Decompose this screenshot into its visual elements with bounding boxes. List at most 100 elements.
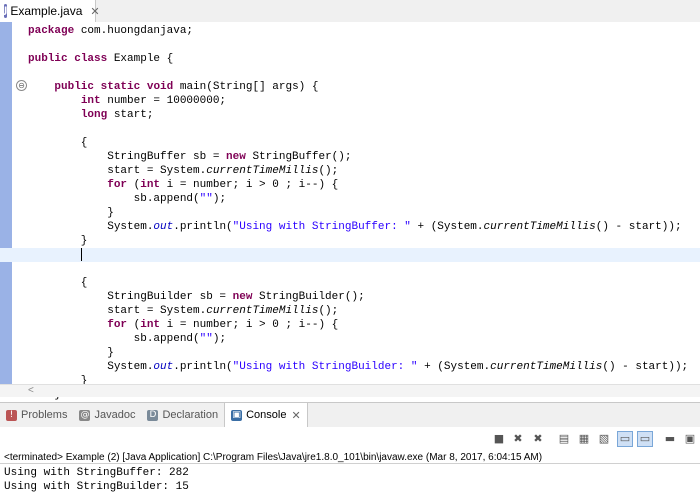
code-line[interactable]: sb.append(""); bbox=[28, 192, 700, 206]
close-icon[interactable]: ✕ bbox=[291, 409, 300, 422]
code-token: currentTimeMillis bbox=[490, 361, 603, 373]
code-token: } bbox=[28, 207, 114, 219]
code-line[interactable] bbox=[28, 122, 700, 136]
code-token: class bbox=[74, 53, 114, 65]
code-line[interactable]: for (int i = number; i > 0 ; i--) { bbox=[28, 318, 700, 332]
code-token: () - start)); bbox=[602, 361, 689, 373]
code-line[interactable]: } bbox=[28, 234, 700, 248]
tab-label: Console bbox=[246, 409, 287, 421]
code-token: out bbox=[153, 361, 174, 373]
display-selected-console-icon[interactable]: ▣ bbox=[683, 432, 697, 446]
code-line[interactable]: for (int i = number; i > 0 ; i--) { bbox=[28, 178, 700, 192]
remove-launch-icon[interactable]: ✖ bbox=[511, 432, 525, 446]
tab-label: Javadoc bbox=[94, 409, 136, 421]
remove-all-terminated-icon[interactable]: ✖ bbox=[531, 432, 545, 446]
code-token: int bbox=[140, 179, 167, 191]
console-divider bbox=[0, 463, 700, 464]
code-token: + (System. bbox=[410, 221, 484, 233]
code-token: sb.append( bbox=[28, 333, 200, 345]
code-token: int bbox=[80, 95, 108, 107]
code-line[interactable]: long start; bbox=[28, 108, 700, 122]
tab-javadoc[interactable]: @ Javadoc bbox=[73, 403, 141, 427]
terminate-icon[interactable]: ■ bbox=[492, 432, 506, 446]
code-token: public bbox=[28, 53, 75, 65]
show-console-stdout-icon[interactable]: ▭ bbox=[617, 431, 633, 447]
code-line[interactable] bbox=[28, 66, 700, 80]
code-line[interactable]: start = System.currentTimeMillis(); bbox=[28, 164, 700, 178]
code-line[interactable]: start = System.currentTimeMillis(); bbox=[28, 304, 700, 318]
scroll-lock-icon[interactable]: ▦ bbox=[577, 432, 591, 446]
code-line[interactable]: { bbox=[28, 276, 700, 290]
code-token: int bbox=[140, 319, 167, 331]
code-line[interactable]: package com.huongdanjava; bbox=[28, 24, 700, 38]
code-token: Example { bbox=[113, 53, 174, 65]
editor-tab-label: Example.java bbox=[10, 4, 83, 18]
code-line[interactable] bbox=[28, 262, 700, 276]
code-token: { bbox=[28, 137, 88, 149]
javadoc-icon: @ bbox=[79, 409, 91, 421]
code-token: StringBuffer sb = bbox=[28, 151, 227, 163]
code-token: "Using with StringBuffer: " bbox=[232, 221, 411, 233]
code-line[interactable]: System.out.println("Using with StringBuf… bbox=[28, 220, 700, 234]
tab-label: Declaration bbox=[162, 409, 219, 421]
code-line[interactable]: { bbox=[28, 136, 700, 150]
tab-declaration[interactable]: D Declaration bbox=[141, 403, 224, 427]
code-token: start = System. bbox=[28, 165, 207, 177]
code-token: StringBuilder sb = bbox=[28, 291, 233, 303]
word-wrap-icon[interactable]: ▧ bbox=[597, 432, 611, 446]
bottom-panel-tabs: ! Problems @ Javadoc D Declaration ▣ Console ✕ bbox=[0, 402, 700, 428]
code-line[interactable]: public static void main(String[] args) { bbox=[28, 80, 700, 94]
code-editor[interactable]: ⊖ package com.huongdanjava; public class … bbox=[0, 22, 700, 401]
code-token: i = number; i > 0 ; i--) { bbox=[166, 179, 339, 191]
code-token: ); bbox=[212, 333, 227, 345]
code-token: "Using with StringBuilder: " bbox=[232, 361, 418, 373]
clear-console-icon[interactable]: ▤ bbox=[557, 432, 571, 446]
close-icon[interactable]: ✕ bbox=[90, 5, 99, 18]
fold-collapse-icon[interactable]: ⊖ bbox=[16, 80, 27, 91]
horizontal-scrollbar[interactable]: < bbox=[0, 384, 700, 397]
code-token: for bbox=[107, 179, 134, 191]
code-token: public bbox=[54, 81, 101, 93]
tab-console[interactable]: ▣ Console ✕ bbox=[224, 403, 308, 427]
code-token: System. bbox=[28, 221, 154, 233]
editor-tab-example-java[interactable]: J Example.java ✕ bbox=[0, 0, 100, 22]
code-line[interactable]: int number = 10000000; bbox=[28, 94, 700, 108]
code-line[interactable]: } bbox=[28, 206, 700, 220]
pin-console-icon[interactable]: ▬ bbox=[663, 432, 677, 446]
code-text[interactable]: package com.huongdanjava; public class Ex… bbox=[0, 24, 700, 402]
scroll-left-arrow-icon[interactable]: < bbox=[28, 385, 34, 396]
console-status-line: <terminated> Example (2) [Java Applicati… bbox=[4, 452, 543, 463]
tab-problems[interactable]: ! Problems bbox=[0, 403, 73, 427]
code-token: + (System. bbox=[417, 361, 491, 373]
code-token: "" bbox=[199, 193, 213, 205]
code-token: ); bbox=[212, 193, 227, 205]
code-token: } bbox=[28, 347, 114, 359]
code-line[interactable]: System.out.println("Using with StringBui… bbox=[28, 360, 700, 374]
code-token: .println( bbox=[173, 361, 233, 373]
code-token: long bbox=[80, 109, 114, 121]
code-line[interactable]: public class Example { bbox=[28, 52, 700, 66]
code-line[interactable] bbox=[28, 38, 700, 52]
console-output[interactable]: Using with StringBuffer: 282 Using with S… bbox=[4, 466, 189, 494]
code-token: StringBuffer(); bbox=[252, 151, 352, 163]
code-token: StringBuilder(); bbox=[259, 291, 365, 303]
code-token: out bbox=[153, 221, 174, 233]
code-token: main(String[] args) { bbox=[179, 81, 319, 93]
tab-label: Problems bbox=[21, 409, 68, 421]
code-token: sb.append( bbox=[28, 193, 200, 205]
code-line[interactable] bbox=[0, 248, 700, 262]
console-output-line: Using with StringBuilder: 15 bbox=[4, 481, 189, 493]
code-token: start = System. bbox=[28, 305, 207, 317]
code-line[interactable]: StringBuffer sb = new StringBuffer(); bbox=[28, 150, 700, 164]
code-token: void bbox=[146, 81, 180, 93]
code-line[interactable]: } bbox=[28, 346, 700, 360]
code-token: for bbox=[107, 319, 134, 331]
code-line[interactable]: StringBuilder sb = new StringBuilder(); bbox=[28, 290, 700, 304]
code-token: static bbox=[100, 81, 147, 93]
show-console-stderr-icon[interactable]: ▭ bbox=[637, 431, 653, 447]
code-token: currentTimeMillis bbox=[206, 305, 319, 317]
code-line[interactable]: sb.append(""); bbox=[28, 332, 700, 346]
code-token: i = number; i > 0 ; i--) { bbox=[166, 319, 339, 331]
